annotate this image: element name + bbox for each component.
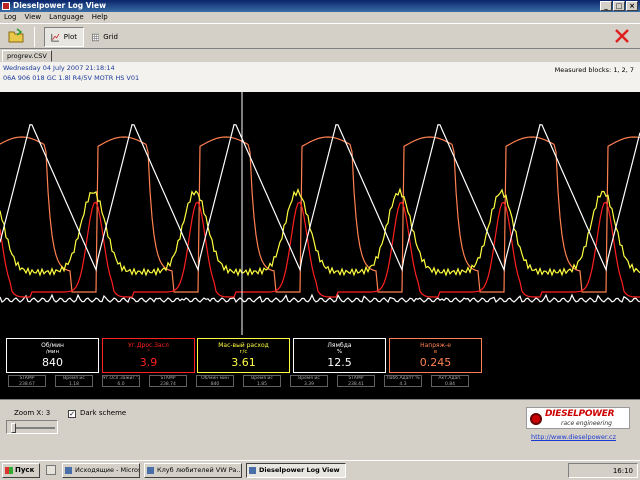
dark-scheme-label: Dark scheme — [80, 409, 127, 417]
sub-value: Об/мин мин 840 — [196, 375, 234, 387]
maximize-button[interactable]: □ — [613, 1, 625, 11]
tab-progrev[interactable]: progrev.CSV — [2, 50, 52, 62]
logo-mark-icon — [530, 413, 542, 425]
task-outlook[interactable]: Исходящие - Microsoft ... — [62, 463, 140, 478]
gauge-rpm: Об/мин /мин 840 — [6, 338, 99, 373]
sub-value: Время ис 3.39 — [290, 375, 328, 387]
zoom-slider[interactable] — [6, 420, 58, 434]
start-button[interactable]: Пуск — [2, 463, 40, 478]
system-tray: 16:10 — [568, 463, 638, 478]
sub-value: Время ис 1.18 — [55, 375, 93, 387]
bottom-panel: Zoom X: 3 ✓ Dark scheme DIESELPOWER race… — [0, 399, 640, 460]
zoom-thumb[interactable] — [11, 423, 16, 433]
gauge-lambda-value: 12.5 — [327, 356, 352, 369]
grid-button[interactable]: Grid — [86, 27, 124, 47]
menu-language[interactable]: Language — [49, 12, 84, 23]
gauge-maf-value: 3.61 — [231, 356, 256, 369]
gauge-voltage: Напряж-е в 0.245 — [389, 338, 482, 373]
sub-value: STAMP 238.74 — [149, 375, 187, 387]
close-window-button[interactable]: × — [626, 1, 638, 11]
toolbar-separator — [34, 27, 35, 47]
app-icon — [2, 2, 10, 10]
sub-value: STAMP 238.41 — [337, 375, 375, 387]
plot-icon — [51, 33, 60, 41]
sub-value: Время ис 1.85 — [243, 375, 281, 387]
menu-help[interactable]: Help — [92, 12, 108, 23]
sub-values: STAMP238.67 Время ис1.18 Уг.Осл.Зажиг."А… — [0, 374, 640, 388]
gauge-maf: Мас-вый расход г/с 3.61 — [197, 338, 290, 373]
window-title-bar: Dieselpower Log View _ □ × — [0, 0, 640, 12]
website-link[interactable]: http://www.dieselpower.cz — [531, 433, 616, 441]
grid-icon — [92, 33, 100, 41]
gauge-throttle-value: 3.9 — [139, 356, 158, 369]
sub-value: Акт.Адап. 0.84 — [431, 375, 469, 387]
zoom-label: Zoom X: 3 — [14, 409, 51, 417]
window-title: Dieselpower Log View — [13, 1, 107, 10]
lambda-trace — [0, 293, 640, 304]
dark-scheme-checkbox[interactable]: ✓ — [68, 410, 76, 418]
close-log-icon[interactable] — [614, 28, 630, 44]
sub-value: Лабб.Адапт.% 4.3 — [384, 375, 422, 387]
plot-area[interactable] — [0, 92, 640, 335]
open-folder-icon[interactable] — [8, 28, 24, 44]
rpm-trace — [0, 124, 640, 272]
taskbar: Пуск Исходящие - Microsoft ... Клуб люби… — [0, 460, 640, 480]
quicklaunch-ie-icon[interactable] — [46, 465, 56, 475]
dieselpower-logo: DIESELPOWER race engineering — [526, 407, 630, 429]
grid-label: Grid — [103, 33, 118, 41]
plot-button[interactable]: Plot — [44, 27, 84, 47]
log-info: Wednesday 04 July 2007 21:18:14 06A 906 … — [0, 62, 640, 92]
task-logview[interactable]: Dieselpower Log View — [246, 463, 346, 478]
toolbar: Plot Grid — [0, 23, 640, 49]
log-date: Wednesday 04 July 2007 21:18:14 — [3, 64, 115, 72]
ecu-id: 06A 906 018 GC 1.8l R4/5V MOTR HS V01 — [3, 74, 140, 82]
outlook-icon — [65, 467, 72, 474]
gauge-panel: Об/мин /мин 840 Уг.Дрос.Засл ° 3.9 Мас-в… — [0, 335, 640, 399]
sub-value: Уг.Осл.Зажиг."АТ6.0 — [102, 375, 140, 387]
gauge-voltage-value: 0.245 — [419, 356, 452, 369]
gauge-rpm-value: 840 — [42, 356, 63, 369]
logview-icon — [249, 467, 256, 474]
browser-icon — [147, 467, 154, 474]
gauge-lambda: Лямбда % 12.5 — [293, 338, 386, 373]
minimize-button[interactable]: _ — [600, 1, 612, 11]
measured-blocks: Measured blocks: 1, 2, 7 — [554, 66, 634, 74]
menu-view[interactable]: View — [25, 12, 42, 23]
sub-value: STAMP 238.67 — [8, 375, 46, 387]
zoom-track — [11, 427, 55, 429]
tab-strip: progrev.CSV — [0, 49, 640, 62]
tray-clock: 16:10 — [612, 467, 633, 475]
windows-flag-icon — [5, 467, 13, 474]
plot-label: Plot — [63, 33, 77, 41]
menu-log[interactable]: Log — [4, 12, 17, 23]
task-browser[interactable]: Клуб любителей VW Pa... — [144, 463, 242, 478]
menu-bar: Log View Language Help — [0, 12, 640, 23]
gauge-throttle: Уг.Дрос.Засл ° 3.9 — [102, 338, 195, 373]
